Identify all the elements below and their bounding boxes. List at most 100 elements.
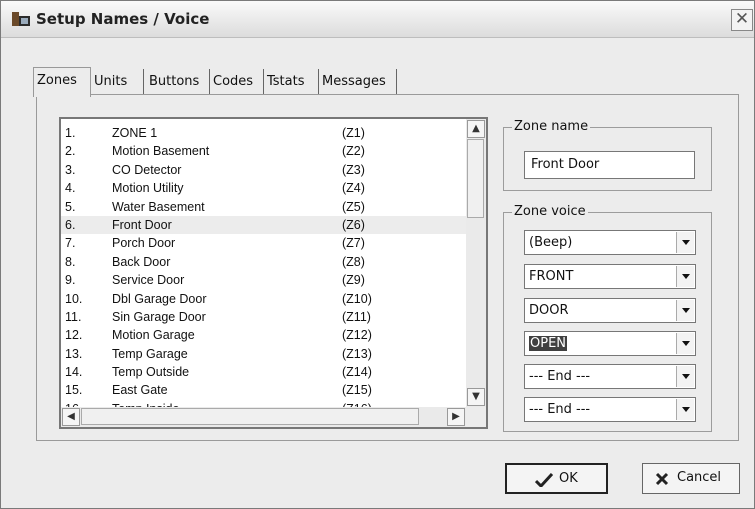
zone-list-item[interactable]: 1. ZONE 1 (Z1) [61,124,466,142]
vertical-scroll-thumb[interactable] [467,139,484,218]
horizontal-scroll-thumb[interactable] [81,408,419,425]
zone-code: (Z8) [342,254,365,269]
zone-number: 1. [65,126,76,140]
zone-list-item[interactable]: 7. Porch Door (Z7) [61,234,466,252]
zone-name: Motion Garage [112,328,195,343]
zone-list-item[interactable]: 6. Front Door (Z6) [61,215,466,235]
chevron-down-icon[interactable] [676,366,694,387]
horizontal-scrollbar[interactable]: ◀ ▶ [61,407,466,427]
zone-number: 13. [65,346,83,361]
zone-number: 14. [65,365,83,380]
zone-list-item[interactable]: 11. Sin Garage Door (Z11) [61,308,466,326]
zone-number: 3. [65,162,76,177]
zone-number: 6. [65,217,76,232]
voice-word-4-value: OPEN [529,336,568,351]
zone-list-item[interactable]: 4. Motion Utility (Z4) [61,179,466,197]
zone-code: (Z13) [342,346,372,361]
zone-code: (Z9) [342,273,365,288]
zone-number: 9. [65,273,76,288]
chevron-down-icon[interactable] [676,300,694,321]
zone-name: Back Door [112,254,171,269]
zone-name: Sin Garage Door [112,309,206,324]
voice-word-6-select[interactable]: --- End --- [524,397,696,422]
chevron-down-icon[interactable] [676,232,694,253]
zone-number: 15. [65,383,83,398]
chevron-down-icon: ▼ [472,391,480,402]
app-icon [12,12,30,26]
zone-code: (Z12) [342,328,372,343]
zone-number: 7. [65,236,76,251]
voice-word-2-select[interactable]: FRONT [524,264,696,289]
zone-number: 2. [65,144,76,159]
chevron-down-icon[interactable] [676,333,694,354]
tab-units[interactable]: Units [91,69,144,95]
voice-word-1-select[interactable]: (Beep) [524,230,696,255]
vertical-scrollbar[interactable]: ▲ ▼ [466,119,486,407]
voice-word-5-select[interactable]: --- End --- [524,364,696,389]
scroll-right-button[interactable]: ▶ [447,408,465,426]
ok-button[interactable]: OK [505,463,608,494]
zone-number: 5. [65,199,76,214]
close-icon [655,472,669,486]
zone-list-item[interactable]: 2. Motion Basement (Z2) [61,142,466,160]
zone-number: 10. [65,291,83,306]
chevron-right-icon: ▶ [452,411,460,422]
cancel-button[interactable]: Cancel [642,463,740,494]
zone-code: (Z1) [342,126,365,140]
zone-code: (Z5) [342,199,365,214]
voice-word-4-select[interactable]: OPEN [524,331,696,356]
zone-list-item[interactable]: 15. East Gate (Z15) [61,381,466,399]
voice-word-3-value: DOOR [529,303,569,318]
scrollbar-corner [466,407,486,427]
zone-code: (Z6) [342,217,365,232]
zone-list-item[interactable]: 9. Service Door (Z9) [61,271,466,289]
chevron-down-icon[interactable] [676,399,694,420]
zone-name-input[interactable]: Front Door [524,151,695,179]
tab-buttons[interactable]: Buttons [146,69,210,95]
zone-name: Temp Outside [112,365,190,380]
zone-code: (Z14) [342,365,372,380]
zone-number: 4. [65,181,76,196]
close-button[interactable]: ✕ [731,9,753,31]
zone-name: Motion Utility [112,181,184,196]
zone-name: Temp Garage [112,346,188,361]
voice-word-3-select[interactable]: DOOR [524,298,696,323]
scroll-up-button[interactable]: ▲ [467,120,485,138]
voice-word-5-value: --- End --- [529,369,591,384]
zone-code: (Z7) [342,236,365,251]
tab-tstats[interactable]: Tstats [264,69,319,95]
zone-name: Front Door [112,217,172,232]
window-title: Setup Names / Voice [36,10,210,28]
zone-number: 8. [65,254,76,269]
zone-name-label: Zone name [512,119,591,134]
zone-name: East Gate [112,383,168,398]
zone-name: Motion Basement [112,144,210,159]
zone-name: Water Basement [112,199,205,214]
close-icon: ✕ [734,9,750,29]
scroll-left-button[interactable]: ◀ [62,408,80,426]
zone-name: CO Detector [112,162,182,177]
zone-list-item[interactable]: 13. Temp Garage (Z13) [61,345,466,363]
zone-list[interactable]: 1. ZONE 1 (Z1) 2. Motion Basement (Z2) 3. CO De… [59,117,488,429]
tab-zones[interactable]: Zones [33,67,91,97]
title-bar: Setup Names / Voice ✕ [1,1,754,38]
chevron-down-icon[interactable] [676,266,694,287]
zone-list-item[interactable]: 10. Dbl Garage Door (Z10) [61,290,466,308]
chevron-left-icon: ◀ [67,411,75,422]
setup-names-voice-dialog: Setup Names / Voice ✕ Zones Units Button… [0,0,755,509]
zone-list-item[interactable]: 3. CO Detector (Z3) [61,161,466,179]
tab-codes[interactable]: Codes [210,69,264,95]
zone-list-item[interactable]: 8. Back Door (Z8) [61,253,466,271]
scroll-down-button[interactable]: ▼ [467,388,485,406]
zone-number: 12. [65,328,83,343]
zone-list-item[interactable]: 5. Water Basement (Z5) [61,198,466,216]
voice-word-6-value: --- End --- [529,402,591,417]
cancel-label: Cancel [677,470,722,485]
zone-code: (Z11) [342,309,371,324]
zone-code: (Z4) [342,181,365,196]
zone-list-item[interactable]: 14. Temp Outside (Z14) [61,363,466,381]
zone-list-item[interactable]: 12. Motion Garage (Z12) [61,326,466,344]
tab-messages[interactable]: Messages [319,69,397,95]
checkmark-icon [535,473,553,487]
zone-name: Service Door [112,273,185,288]
